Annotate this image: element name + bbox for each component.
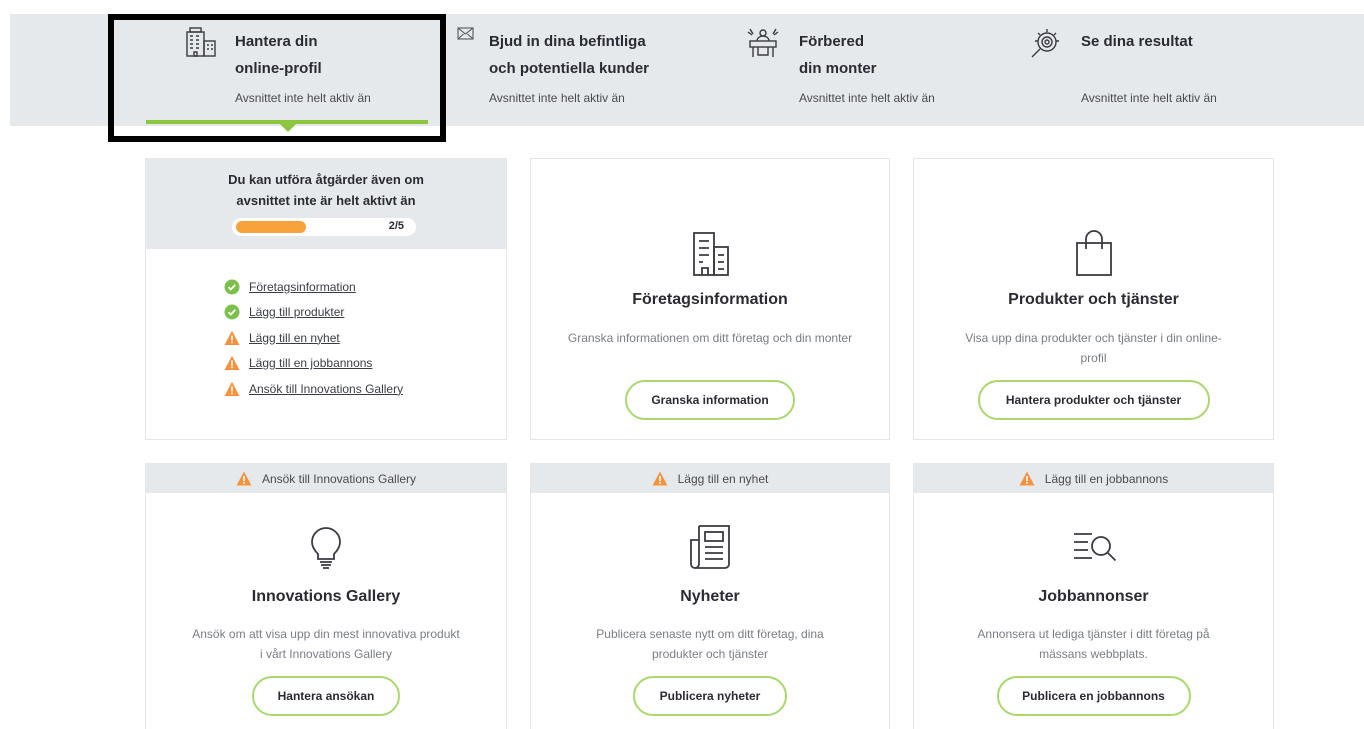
progress-count: 2/5 xyxy=(388,220,404,232)
company-info-card: Företagsinformation Granska informatione… xyxy=(530,158,890,440)
step-navigation: Hantera din online-profil Avsnittet inte… xyxy=(10,14,1364,132)
card-title: Innovations Gallery xyxy=(251,588,401,605)
task-checklist: Företagsinformation Lägg till produkter Lä… xyxy=(224,274,403,402)
checklist-link[interactable]: Lägg till en jobbannons xyxy=(249,356,372,370)
card-title: Företagsinformation xyxy=(632,291,788,308)
innovations-gallery-card: Ansök till Innovations Gallery Innovatio… xyxy=(145,463,507,729)
step-title: Förbered din monter xyxy=(799,33,877,77)
shopping-bag-icon xyxy=(1075,230,1112,276)
step-title: Bjud in dina befintliga och potentiella … xyxy=(489,33,650,77)
publish-job-ad-button[interactable]: Publicera en jobbannons xyxy=(996,676,1191,716)
check-circle-icon xyxy=(224,279,240,295)
step-status: Avsnittet inte helt aktiv än xyxy=(799,91,935,105)
check-circle-icon xyxy=(224,304,240,320)
progress-title: Du kan utföra åtgärder även om avsnittet… xyxy=(228,172,424,208)
step-manage-online-profile[interactable]: Hantera din online-profil Avsnittet inte… xyxy=(110,14,440,132)
checklist-item: Lägg till en nyhet xyxy=(224,325,403,351)
card-warning-text: Lägg till en jobbannons xyxy=(1044,471,1169,486)
active-step-arrow xyxy=(280,124,296,132)
checklist-link[interactable]: Lägg till produkter xyxy=(249,305,344,319)
progress-bar-fill xyxy=(236,221,306,233)
card-title: Produkter och tjänster xyxy=(1008,291,1179,308)
office-building-icon xyxy=(693,232,729,276)
warning-icon xyxy=(224,381,240,396)
card-warning-text: Lägg till en nyhet xyxy=(677,471,769,486)
step-title: Se dina resultat xyxy=(1081,33,1193,50)
warning-icon xyxy=(224,356,240,371)
step-status: Avsnittet inte helt aktiv än xyxy=(235,91,371,105)
card-description: Ansök om att visa upp din mest innovativ… xyxy=(192,627,460,661)
step-invite-customers[interactable]: Bjud in dina befintliga och potentiella … xyxy=(456,14,726,126)
card-warning-header: Lägg till en nyhet xyxy=(531,464,889,493)
review-information-button[interactable]: Granska information xyxy=(625,380,795,420)
step-status: Avsnittet inte helt aktiv än xyxy=(489,91,625,105)
building-icon xyxy=(186,27,216,57)
step-status: Avsnittet inte helt aktiv än xyxy=(1081,91,1217,105)
checklist-item: Ansök till Innovations Gallery xyxy=(224,376,403,402)
progress-bar: 2/5 xyxy=(232,218,416,236)
checklist-link[interactable]: Lägg till en nyhet xyxy=(249,331,340,345)
warning-icon xyxy=(1019,471,1035,486)
card-description: Visa upp dina produkter och tjänster i d… xyxy=(965,331,1222,365)
checklist-item: Lägg till produkter xyxy=(224,300,403,326)
card-description: Granska informationen om ditt företag oc… xyxy=(567,331,853,345)
publish-news-button[interactable]: Publicera nyheter xyxy=(633,676,787,716)
step-title: Hantera din online-profil xyxy=(235,33,322,77)
checklist-item: Företagsinformation xyxy=(224,274,403,300)
results-magnifier-icon xyxy=(1031,29,1059,58)
card-description: Annonsera ut lediga tjänster i ditt före… xyxy=(977,627,1210,661)
progress-header: Du kan utföra åtgärder även om avsnittet… xyxy=(146,159,506,249)
card-description: Publicera senaste nytt om ditt företag, … xyxy=(596,627,824,661)
card-title: Nyheter xyxy=(680,588,740,605)
checklist-link[interactable]: Företagsinformation xyxy=(249,280,356,294)
card-warning-text: Ansök till Innovations Gallery xyxy=(261,471,417,486)
checklist-item: Lägg till en jobbannons xyxy=(224,351,403,377)
envelope-icon xyxy=(457,27,474,40)
progress-card: Du kan utföra åtgärder även om avsnittet… xyxy=(145,158,507,440)
lightbulb-icon xyxy=(311,527,341,569)
newspaper-icon xyxy=(690,525,730,569)
manage-application-button[interactable]: Hantera ansökan xyxy=(252,676,400,716)
card-warning-header: Ansök till Innovations Gallery xyxy=(146,464,506,493)
step-see-results[interactable]: Se dina resultat Avsnittet inte helt akt… xyxy=(1028,14,1308,126)
card-warning-header: Lägg till en jobbannons xyxy=(914,464,1273,493)
news-card: Lägg till en nyhet Nyheter Publicera sen… xyxy=(530,463,890,729)
warning-icon xyxy=(236,471,252,486)
job-ads-card: Lägg till en jobbannons Jobbannonser Ann… xyxy=(913,463,1274,729)
job-search-icon xyxy=(1073,533,1116,562)
products-services-card: Produkter och tjänster Visa upp dina pro… xyxy=(913,158,1274,440)
checklist-link[interactable]: Ansök till Innovations Gallery xyxy=(249,382,403,396)
warning-icon xyxy=(652,471,668,486)
booth-icon xyxy=(747,28,779,57)
warning-icon xyxy=(224,330,240,345)
manage-products-services-button[interactable]: Hantera produkter och tjänster xyxy=(977,380,1210,420)
card-title: Jobbannonser xyxy=(1038,588,1149,605)
step-prepare-booth[interactable]: Förbered din monter Avsnittet inte helt … xyxy=(746,14,1006,126)
